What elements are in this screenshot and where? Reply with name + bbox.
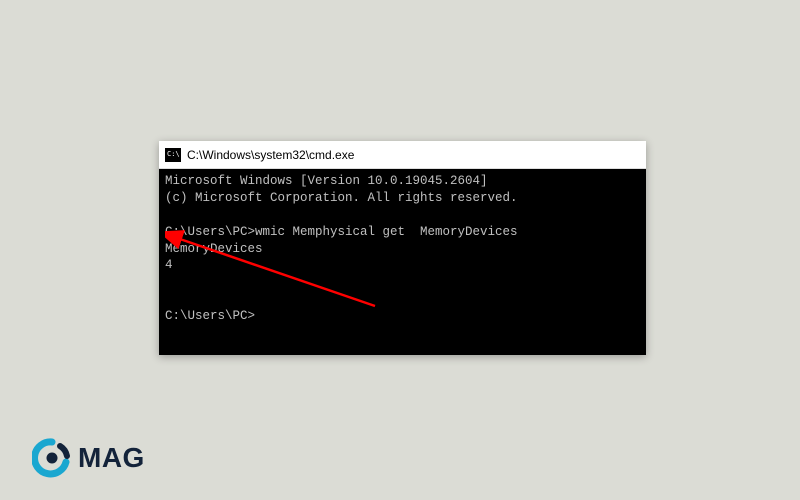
- terminal-line-copyright: (c) Microsoft Corporation. All rights re…: [165, 191, 518, 205]
- terminal-output-header: MemoryDevices: [165, 242, 263, 256]
- logo-c-icon: [32, 438, 72, 478]
- prompt-prefix: C:\Users\PC>: [165, 309, 255, 323]
- terminal-prompt-2: C:\Users\PC>: [165, 309, 255, 323]
- window-titlebar[interactable]: C:\ C:\Windows\system32\cmd.exe: [159, 141, 646, 169]
- brand-logo: MAG: [32, 438, 145, 478]
- terminal-output[interactable]: Microsoft Windows [Version 10.0.19045.26…: [159, 169, 646, 355]
- brand-logo-mark: [32, 438, 72, 478]
- cmd-window: C:\ C:\Windows\system32\cmd.exe Microsof…: [159, 141, 646, 355]
- cmd-icon-text: C:\: [167, 151, 180, 158]
- cmd-icon: C:\: [165, 148, 181, 162]
- prompt-command: wmic Memphysical get MemoryDevices: [255, 225, 518, 239]
- window-title: C:\Windows\system32\cmd.exe: [187, 148, 354, 162]
- brand-logo-text: MAG: [78, 442, 145, 474]
- terminal-prompt-1: C:\Users\PC>wmic Memphysical get MemoryD…: [165, 225, 518, 239]
- terminal-line-version: Microsoft Windows [Version 10.0.19045.26…: [165, 174, 488, 188]
- terminal-output-value: 4: [165, 258, 173, 272]
- prompt-prefix: C:\Users\PC>: [165, 225, 255, 239]
